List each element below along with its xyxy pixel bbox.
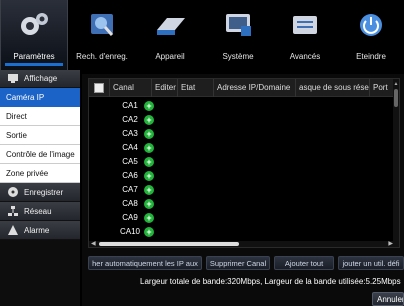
ip-camera-table: Canal Editer Etat Adresse IP/Domaine asq…: [88, 78, 400, 248]
search-icon: [91, 14, 114, 36]
add-all-button[interactable]: Ajouter tout: [274, 256, 334, 270]
add-camera-icon[interactable]: +: [144, 115, 154, 125]
film-reel-icon: [8, 187, 18, 197]
sidebar-item-image-control[interactable]: Contrôle de l'image: [0, 145, 80, 164]
scroll-thumb[interactable]: [99, 242, 239, 246]
nav-label: Appareil: [155, 52, 185, 61]
table-row[interactable]: CA5 +: [89, 155, 399, 169]
bandwidth-info: Largeur totale de bande:320Mbps, Largeur…: [140, 277, 401, 286]
channel-name: CA1: [122, 101, 138, 110]
table-row[interactable]: CA7 +: [89, 183, 399, 197]
scroll-up-icon[interactable]: ▲: [393, 81, 399, 87]
table-row[interactable]: CA3 +: [89, 127, 399, 141]
col-header-canal[interactable]: Canal: [109, 79, 151, 97]
add-camera-icon[interactable]: +: [144, 185, 154, 195]
channel-name: CA3: [122, 129, 138, 138]
cancel-button[interactable]: Annuler: [372, 292, 404, 306]
col-header-etat[interactable]: Etat: [177, 79, 213, 97]
sidebar-group-enregistrer[interactable]: Enregistrer: [0, 183, 80, 202]
nav-eteindre[interactable]: Eteindre: [338, 0, 404, 70]
add-camera-icon[interactable]: +: [144, 143, 154, 153]
channel-name: CA10: [119, 227, 140, 236]
add-camera-icon[interactable]: +: [144, 157, 154, 167]
table-row[interactable]: CA1 +: [89, 99, 399, 113]
hard-drive-icon: [157, 18, 185, 35]
network-icon: [8, 206, 18, 216]
col-header-editer[interactable]: Editer: [151, 79, 177, 97]
display-icon: [8, 74, 18, 83]
sidebar-group-affichage[interactable]: Affichage: [0, 70, 80, 88]
sidebar-group-reseau[interactable]: Réseau: [0, 202, 80, 221]
add-camera-icon[interactable]: +: [144, 227, 154, 237]
add-camera-icon[interactable]: +: [144, 129, 154, 139]
col-header-port[interactable]: Port: [369, 79, 395, 97]
delete-channel-button[interactable]: Supprimer Canal: [206, 256, 270, 270]
sidebar-group-label: Affichage: [24, 74, 58, 83]
monitor-icon: [226, 14, 251, 36]
table-row[interactable]: CA4 +: [89, 141, 399, 155]
gears-icon: [21, 13, 48, 35]
channel-name: CA8: [122, 199, 138, 208]
sidebar-item-sortie[interactable]: Sortie: [0, 126, 80, 145]
active-underline: [5, 63, 63, 66]
table-row[interactable]: CA9 +: [89, 211, 399, 225]
scroll-thumb[interactable]: [394, 89, 398, 107]
add-camera-icon[interactable]: +: [144, 213, 154, 223]
advanced-icon: [293, 16, 317, 34]
horizontal-scrollbar[interactable]: ◀ ▶: [89, 241, 395, 247]
nav-parametres[interactable]: Paramètres: [0, 0, 68, 70]
sidebar: Affichage Caméra IP Direct Sortie Contrô…: [0, 70, 80, 306]
nav-search-records[interactable]: Rech. d'enreg.: [68, 0, 136, 70]
add-camera-icon[interactable]: +: [144, 171, 154, 181]
sidebar-item-direct[interactable]: Direct: [0, 107, 80, 126]
channel-name: CA2: [122, 115, 138, 124]
channel-name: CA6: [122, 171, 138, 180]
sidebar-group-label: Enregistrer: [24, 187, 64, 197]
channel-name: CA9: [122, 213, 138, 222]
table-row[interactable]: CA6 +: [89, 169, 399, 183]
sidebar-group-label: Alarme: [24, 225, 50, 235]
sidebar-item-camera-ip[interactable]: Caméra IP: [0, 88, 80, 107]
nav-label: Eteindre: [356, 52, 386, 61]
nav-appareil[interactable]: Appareil: [136, 0, 204, 70]
table-row[interactable]: CA10 +: [89, 225, 399, 239]
action-buttons: her automatiquement les IP aux Supprimer…: [82, 256, 404, 270]
alarm-icon: [8, 225, 18, 235]
sidebar-group-label: Réseau: [24, 206, 52, 216]
add-camera-icon[interactable]: +: [144, 101, 154, 111]
scroll-right-icon[interactable]: ▶: [388, 240, 393, 247]
nav-avances[interactable]: Avancés: [272, 0, 338, 70]
channel-name: CA7: [122, 185, 138, 194]
sidebar-group-alarme[interactable]: Alarme: [0, 221, 80, 240]
col-header-ip-address[interactable]: Adresse IP/Domaine: [213, 79, 295, 97]
nav-label: Rech. d'enreg.: [76, 52, 128, 61]
select-all-checkbox[interactable]: [94, 83, 104, 93]
nav-label: Système: [222, 52, 254, 61]
channel-name: CA5: [122, 157, 138, 166]
col-header-subnet-mask[interactable]: asque de sous résea: [295, 79, 369, 97]
top-navigation: Paramètres Rech. d'enreg. Appareil Systè…: [0, 0, 404, 70]
auto-add-ip-button[interactable]: her automatiquement les IP aux: [88, 256, 202, 270]
nav-label: Avancés: [289, 52, 321, 61]
nav-systeme[interactable]: Système: [204, 0, 272, 70]
power-icon: [360, 14, 382, 36]
table-row[interactable]: CA8 +: [89, 197, 399, 211]
nav-label: Paramètres: [13, 52, 55, 61]
ip-camera-panel: Canal Editer Etat Adresse IP/Domaine asq…: [82, 74, 404, 306]
scroll-left-icon[interactable]: ◀: [91, 240, 96, 247]
vertical-scrollbar[interactable]: ▲: [393, 79, 399, 247]
channel-name: CA4: [122, 143, 138, 152]
add-camera-icon[interactable]: +: [144, 199, 154, 209]
sidebar-item-private-zone[interactable]: Zone privée: [0, 164, 80, 183]
table-header: Canal Editer Etat Adresse IP/Domaine asq…: [89, 79, 399, 97]
add-user-button[interactable]: jouter un util. défi: [338, 256, 404, 270]
table-row[interactable]: CA2 +: [89, 113, 399, 127]
